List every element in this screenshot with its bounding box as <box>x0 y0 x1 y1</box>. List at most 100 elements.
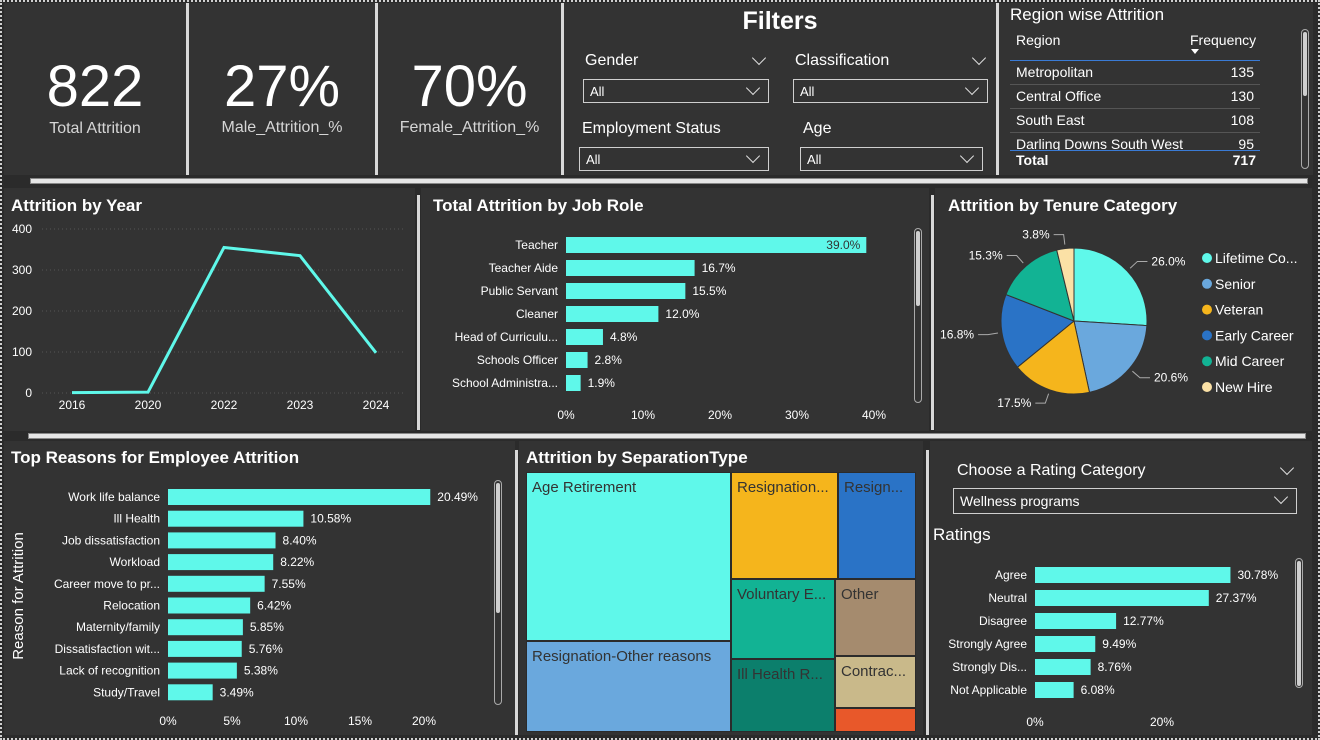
treemap-tile-resignation-other-reasons[interactable]: Resignation-Other reasons <box>526 641 731 732</box>
job-role-scrollbar[interactable] <box>914 228 922 403</box>
age-filter-value: All <box>807 152 822 167</box>
legend-label: Mid Career <box>1215 353 1285 369</box>
bar <box>566 237 867 253</box>
category-label: Teacher <box>515 238 558 252</box>
chevron-down-icon <box>745 80 761 96</box>
data-label: 16.8% <box>940 328 974 342</box>
x-tick-label: 15% <box>348 714 372 728</box>
leader-line <box>1129 260 1148 269</box>
x-tick-label: 0% <box>159 714 177 728</box>
data-label: 12.0% <box>665 307 699 321</box>
kpi-value: 27% <box>223 54 341 119</box>
kpi-value: 70% <box>411 54 528 119</box>
data-label: 2.8% <box>595 353 623 367</box>
bar <box>566 352 588 368</box>
frequency-column-header[interactable]: Frequency <box>1190 32 1256 48</box>
data-label: 7.55% <box>272 577 306 591</box>
legend-marker <box>1202 330 1212 341</box>
data-label: 3.49% <box>220 685 254 699</box>
bar <box>566 260 695 276</box>
category-label: Study/Travel <box>93 685 160 699</box>
category-label: School Administra... <box>452 376 558 390</box>
data-label: 9.49% <box>1102 637 1136 651</box>
x-tick-label: 40% <box>862 408 886 422</box>
y-tick-label: 0 <box>25 386 32 400</box>
legend-marker <box>1202 278 1212 289</box>
classification-filter-select[interactable]: All <box>793 79 988 103</box>
region-attrition-panel: Region wise Attrition Region Frequency M… <box>999 3 1313 175</box>
category-label: Schools Officer <box>477 353 558 367</box>
bar <box>168 510 304 527</box>
table-row[interactable]: Metropolitan 135 <box>1010 61 1260 85</box>
data-label: 4.8% <box>610 330 638 344</box>
scrollbar-thumb[interactable] <box>1297 561 1301 686</box>
category-label: Ill Health <box>113 512 160 526</box>
chevron-down-icon[interactable] <box>971 50 987 66</box>
data-label: 39.0% <box>826 238 860 252</box>
classification-filter-label: Classification <box>795 52 890 69</box>
job-role-panel: Total Attrition by Job Role Teacher 39.0%… <box>421 188 929 431</box>
data-label: 15.5% <box>692 284 726 298</box>
category-label: Neutral <box>988 591 1027 605</box>
ratings-scrollbar[interactable] <box>1295 558 1303 688</box>
treemap-tile-small[interactable] <box>835 708 916 732</box>
gender-filter-select[interactable]: All <box>583 79 769 103</box>
kpi-total-attrition-card[interactable]: 822 Total Attrition <box>4 3 186 175</box>
category-label: Agree <box>995 568 1027 582</box>
x-tick-label: 20% <box>708 408 732 422</box>
category-label: Strongly Agree <box>948 637 1027 651</box>
treemap-tile-age-retirement[interactable]: Age Retirement <box>526 472 731 641</box>
kpi-value: 822 <box>46 54 144 119</box>
divider <box>515 450 518 735</box>
bar <box>566 306 659 322</box>
section-divider <box>30 178 1308 184</box>
x-tick-label: 10% <box>631 408 655 422</box>
y-tick-label: 100 <box>12 345 32 359</box>
x-tick-label: 2023 <box>287 398 314 412</box>
x-tick-label: 2024 <box>363 398 390 412</box>
data-label: 8.22% <box>280 555 314 569</box>
treemap-tile-voluntary-early[interactable]: Voluntary E... <box>731 579 835 659</box>
employment-status-filter-select[interactable]: All <box>579 147 769 171</box>
treemap-tile-resignation[interactable]: Resignation... <box>731 472 838 579</box>
x-tick-label: 20% <box>1150 715 1174 729</box>
bar <box>566 329 603 345</box>
table-row[interactable]: Central Office 130 <box>1010 85 1260 109</box>
bar <box>168 575 265 592</box>
region-table-title: Region wise Attrition <box>1010 5 1165 24</box>
bar <box>168 489 431 505</box>
bar <box>1035 567 1231 583</box>
region-table-scrollbar[interactable] <box>1301 29 1309 169</box>
age-filter-select[interactable]: All <box>800 147 983 171</box>
treemap-tile-contract[interactable]: Contrac... <box>835 656 916 708</box>
kpi-male-attrition-card[interactable]: 27% Male_Attrition_% <box>189 3 375 175</box>
employment-status-filter-value: All <box>586 152 601 167</box>
kpi-label: Male_Attrition_% <box>221 119 343 136</box>
attrition-by-year-panel: Attrition by Year 0 100 200 300 400 2016 2020 2… <box>4 188 415 431</box>
y-tick-label: 200 <box>12 304 32 318</box>
category-label: Strongly Dis... <box>952 660 1027 674</box>
scrollbar-thumb[interactable] <box>1303 32 1307 96</box>
ratings-chart: Agree 30.78% Neutral 27.37% Disagree 12.77% St… <box>948 567 1278 729</box>
treemap-tile-ill-health-retirement[interactable]: Ill Health R... <box>731 659 835 732</box>
scrollbar-thumb[interactable] <box>916 231 920 306</box>
treemap-tile-resign[interactable]: Resign... <box>838 472 916 579</box>
table-row[interactable]: Darling Downs South West 95 <box>1010 133 1260 151</box>
scrollbar-thumb[interactable] <box>496 483 500 613</box>
chevron-down-icon[interactable] <box>751 50 767 66</box>
legend-label: New Hire <box>1215 379 1273 395</box>
region-column-header[interactable]: Region <box>1016 32 1060 48</box>
treemap-tile-other[interactable]: Other <box>835 579 916 656</box>
reasons-scrollbar[interactable] <box>494 480 502 705</box>
kpi-female-attrition-card[interactable]: 70% Female_Attrition_% <box>378 3 561 175</box>
data-label: 20.49% <box>437 490 478 504</box>
data-label: 20.6% <box>1154 371 1188 385</box>
pie-slice <box>1073 247 1148 327</box>
legend-label: Early Career <box>1215 327 1294 343</box>
kpi-label: Total Attrition <box>49 120 141 137</box>
data-label: 5.76% <box>249 642 283 656</box>
table-row[interactable]: South East 108 <box>1010 109 1260 133</box>
job-role-chart: Teacher 39.0% Teacher Aide 16.7% Public Serv… <box>452 237 886 422</box>
divider <box>931 195 934 430</box>
filters-title: Filters <box>742 7 818 35</box>
